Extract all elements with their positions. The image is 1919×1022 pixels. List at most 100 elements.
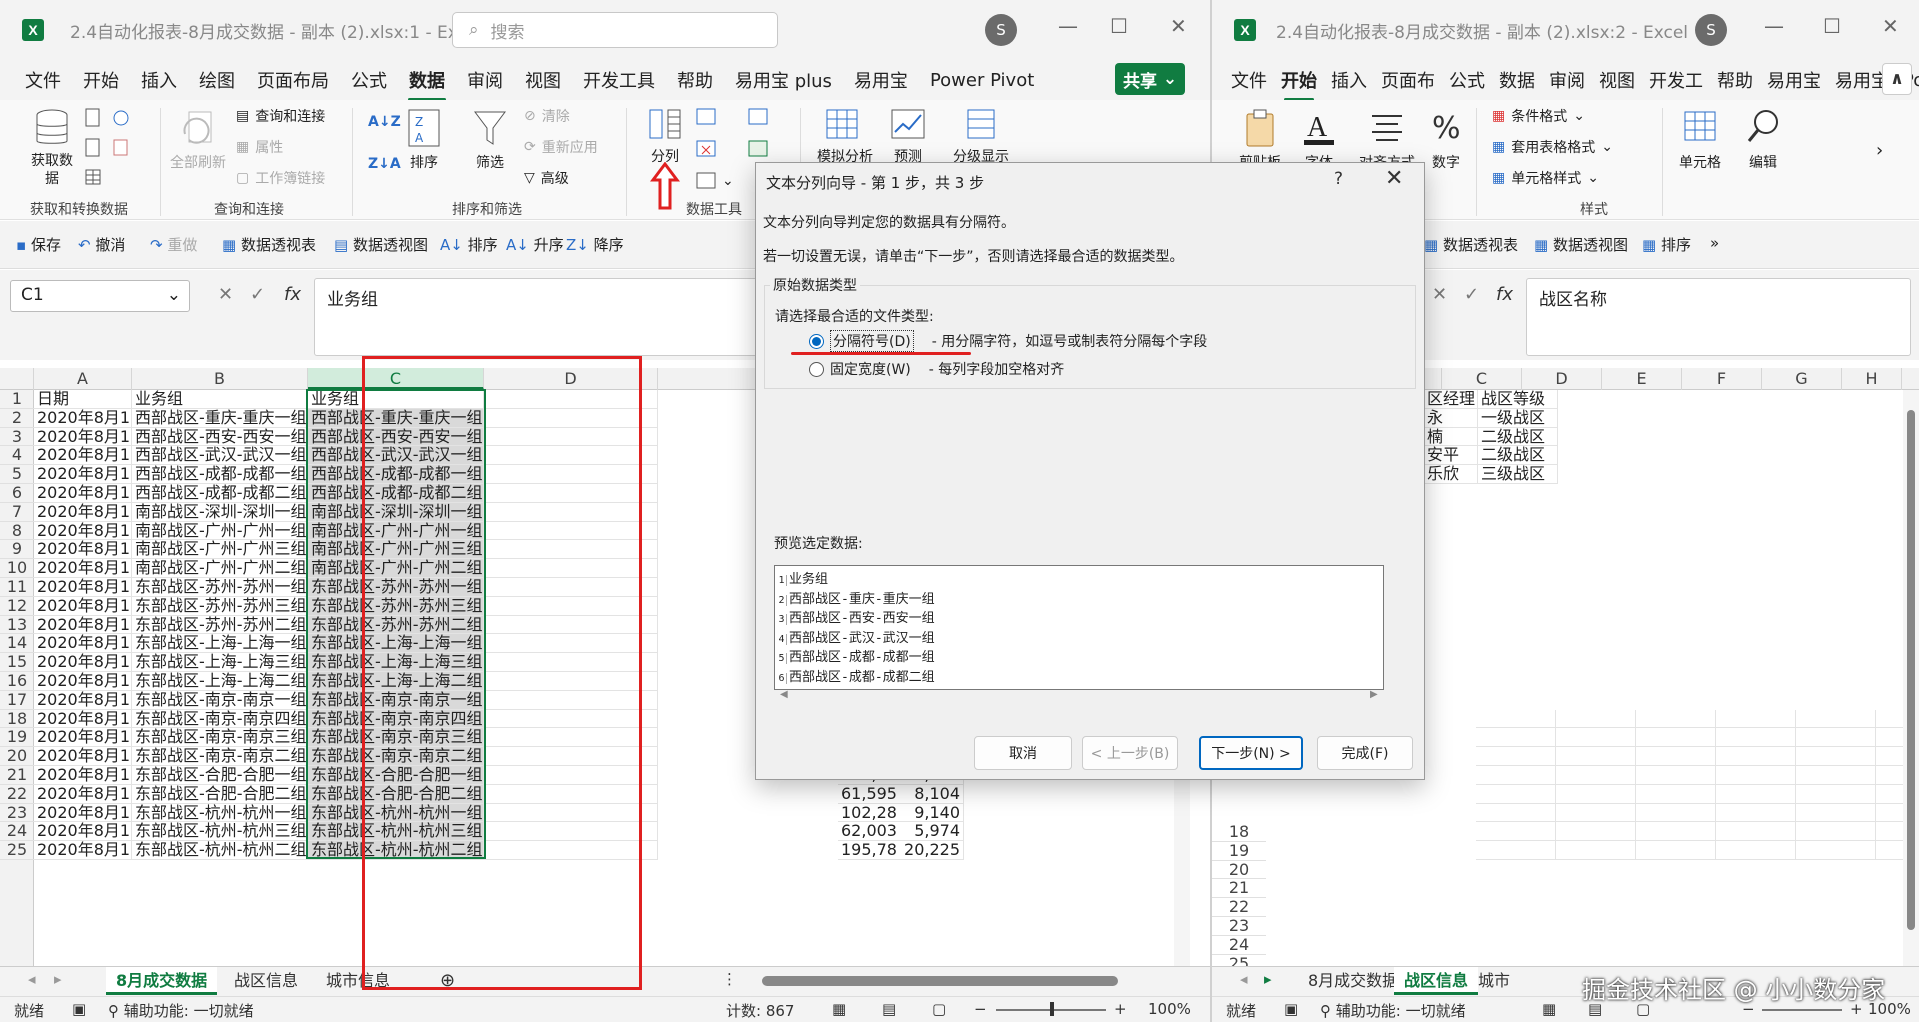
avatar[interactable]: S [1695, 14, 1727, 46]
table-format-button[interactable]: ▦ 套用表格格式 ⌄ [1492, 137, 1613, 157]
col-header-H[interactable]: H [1842, 368, 1902, 390]
cell-e[interactable]: 195,786 [838, 841, 898, 860]
radio-delimited[interactable]: 分隔符号(D) - 用分隔字符，如逗号或制表符分隔每个字段 [809, 330, 1207, 352]
cell-b[interactable]: 东部战区-上海-上海一组 [132, 634, 308, 654]
cell-empty[interactable] [1796, 709, 1876, 729]
sheet-tab-0[interactable]: 8月成交数据 [106, 967, 218, 995]
cell-empty[interactable] [1716, 747, 1796, 766]
zoom-slider[interactable] [1762, 1009, 1842, 1011]
tab-0[interactable]: 文件 [1224, 67, 1274, 93]
get-data-button[interactable]: 获取数 据 [24, 108, 80, 188]
cell-b[interactable]: 东部战区-南京-南京三组 [132, 728, 308, 748]
cell-a[interactable]: 2020年8月1日 [34, 484, 132, 503]
zoom-in-icon[interactable]: + [1114, 1000, 1127, 1018]
cell-a[interactable]: 2020年8月1日 [34, 559, 132, 578]
cell-a[interactable]: 2020年8月1日 [34, 822, 132, 842]
cell-b[interactable]: 西部战区-成都-成都二组 [132, 484, 308, 503]
cell-style-button[interactable]: ▦ 单元格样式 ⌄ [1492, 168, 1599, 188]
cell-a[interactable]: 2020年8月1日 [34, 728, 132, 748]
cell-a[interactable]: 2020年8月1日 [34, 690, 132, 710]
from-web-icon[interactable] [84, 138, 102, 158]
cell-empty[interactable] [1476, 747, 1556, 766]
clear-button[interactable]: ⊘ 清除 [524, 106, 570, 126]
cell-empty[interactable] [1796, 822, 1876, 842]
accessibility-status[interactable]: ⚲ 辅助功能: 一切就绪 [1320, 1000, 1466, 1021]
row-header[interactable]: 17 [0, 690, 34, 710]
cell-empty[interactable] [1796, 803, 1876, 823]
properties-button[interactable]: ▦ 属性 [236, 137, 283, 157]
tab-3[interactable]: 页面布 [1374, 67, 1442, 93]
cell-b[interactable]: 西部战区-西安-西安一组 [132, 427, 308, 447]
cell-a[interactable]: 2020年8月1日 [34, 427, 132, 447]
row-header[interactable]: 9 [0, 540, 34, 560]
tab-1[interactable]: 开始 [72, 67, 130, 93]
cell-a[interactable]: 2020年8月1日 [34, 672, 132, 691]
tab-0[interactable]: 文件 [14, 67, 72, 93]
cell-d[interactable]: 战区等级 [1478, 390, 1558, 409]
row-header[interactable]: 20 [1212, 860, 1266, 880]
row-header[interactable]: 14 [0, 634, 34, 654]
prev-sheet-icon[interactable]: ◂ [28, 970, 36, 988]
row-header[interactable]: 11 [0, 577, 34, 597]
cell-f[interactable]: 5,974 [898, 822, 964, 842]
horizontal-scrollbar[interactable] [762, 976, 1118, 986]
row-header[interactable]: 25 [0, 840, 34, 860]
sheet-tab-1[interactable]: 战区信息 [1394, 967, 1479, 995]
sort-az-icon[interactable]: A↓Z [368, 114, 401, 130]
cell-b[interactable]: 东部战区-苏州-苏州一组 [132, 578, 308, 597]
tab-13[interactable]: Power Pivot [919, 70, 1045, 91]
cell-a[interactable]: 2020年8月1日 [34, 596, 132, 616]
col-header-C[interactable]: C [1442, 368, 1522, 390]
row-header[interactable]: 10 [0, 558, 34, 578]
cell-b[interactable]: 东部战区-合肥-合肥二组 [132, 784, 308, 804]
macro-record-icon[interactable]: ▣ [1284, 1000, 1298, 1018]
close-icon[interactable]: ✕ [1170, 14, 1187, 38]
vertical-scroll-thumb[interactable] [1907, 410, 1915, 930]
preview-pane[interactable]: 1 业务组 2 西部战区-重庆-重庆一组 3 西部战区-西安-西安一组 4 西部战区-武汉-武… [774, 565, 1384, 690]
cell-empty[interactable] [1716, 709, 1796, 729]
radio-fixed-width[interactable]: 固定宽度(W) - 每列字段加空格对齐 [809, 359, 1064, 379]
search-box[interactable]: ⌕ 搜索 [452, 12, 778, 48]
row-header[interactable]: 6 [0, 483, 34, 503]
cell-e[interactable]: 102,282 [838, 804, 898, 823]
cell-empty[interactable] [1476, 803, 1556, 823]
scroll-left-icon[interactable]: ◀ [780, 689, 788, 700]
cell-empty[interactable] [1476, 709, 1556, 729]
row-header[interactable]: 15 [0, 652, 34, 672]
edit-links-button[interactable]: ▢ 工作簿链接 [236, 168, 325, 188]
tab-8[interactable]: 视图 [514, 67, 572, 93]
cell-empty[interactable] [1556, 841, 1636, 860]
minimize-icon[interactable]: — [1764, 14, 1784, 38]
vertical-scrollbar[interactable] [1903, 390, 1919, 966]
tab-4[interactable]: 页面布局 [246, 67, 340, 93]
cell-b[interactable]: 南部战区-深圳-深圳一组 [132, 502, 308, 522]
cell-c[interactable]: 乐欣 [1424, 465, 1478, 484]
cell-a[interactable]: 日期 [34, 390, 132, 409]
cell-empty[interactable] [1636, 784, 1716, 804]
next-sheet-icon[interactable]: ▸ [54, 970, 62, 988]
cell-empty[interactable] [1476, 728, 1556, 748]
cell-b[interactable]: 东部战区-上海-上海三组 [132, 653, 308, 672]
cell-c[interactable]: 安平 [1424, 446, 1478, 466]
row-header[interactable]: 18 [1212, 822, 1266, 842]
cell-c[interactable]: 区经理 [1424, 390, 1478, 409]
close-icon[interactable]: ✕ [1385, 166, 1403, 191]
cell-a[interactable]: 2020年8月1日 [34, 766, 132, 785]
cell-b[interactable]: 南部战区-广州-广州二组 [132, 559, 308, 578]
sheet-tab-1[interactable]: 战区信息 [224, 967, 308, 995]
advanced-button[interactable]: ▽ 高级 [524, 168, 569, 188]
formula-input[interactable]: 战区名称 [1526, 278, 1911, 356]
qat-item-1[interactable]: ▦ 数据透视表 [1424, 234, 1518, 255]
remove-duplicates-icon[interactable] [696, 140, 716, 158]
reapply-button[interactable]: ⟳ 重新应用 [524, 137, 598, 157]
cell-b[interactable]: 东部战区-合肥-合肥一组 [132, 766, 308, 785]
tab-8[interactable]: 开发工 [1642, 67, 1710, 93]
cell-a[interactable]: 2020年8月1日 [34, 521, 132, 541]
cell-a[interactable]: 2020年8月1日 [34, 540, 132, 560]
tab-2[interactable]: 插入 [130, 67, 188, 93]
filter-button[interactable]: 筛选 [468, 108, 512, 172]
qat-item-4[interactable]: ▤ 数据透视图 [334, 234, 428, 255]
cell-a[interactable]: 2020年8月1日 [34, 634, 132, 654]
cell-empty[interactable] [1716, 803, 1796, 823]
confirm-formula-icon[interactable]: ✓ [250, 284, 265, 305]
